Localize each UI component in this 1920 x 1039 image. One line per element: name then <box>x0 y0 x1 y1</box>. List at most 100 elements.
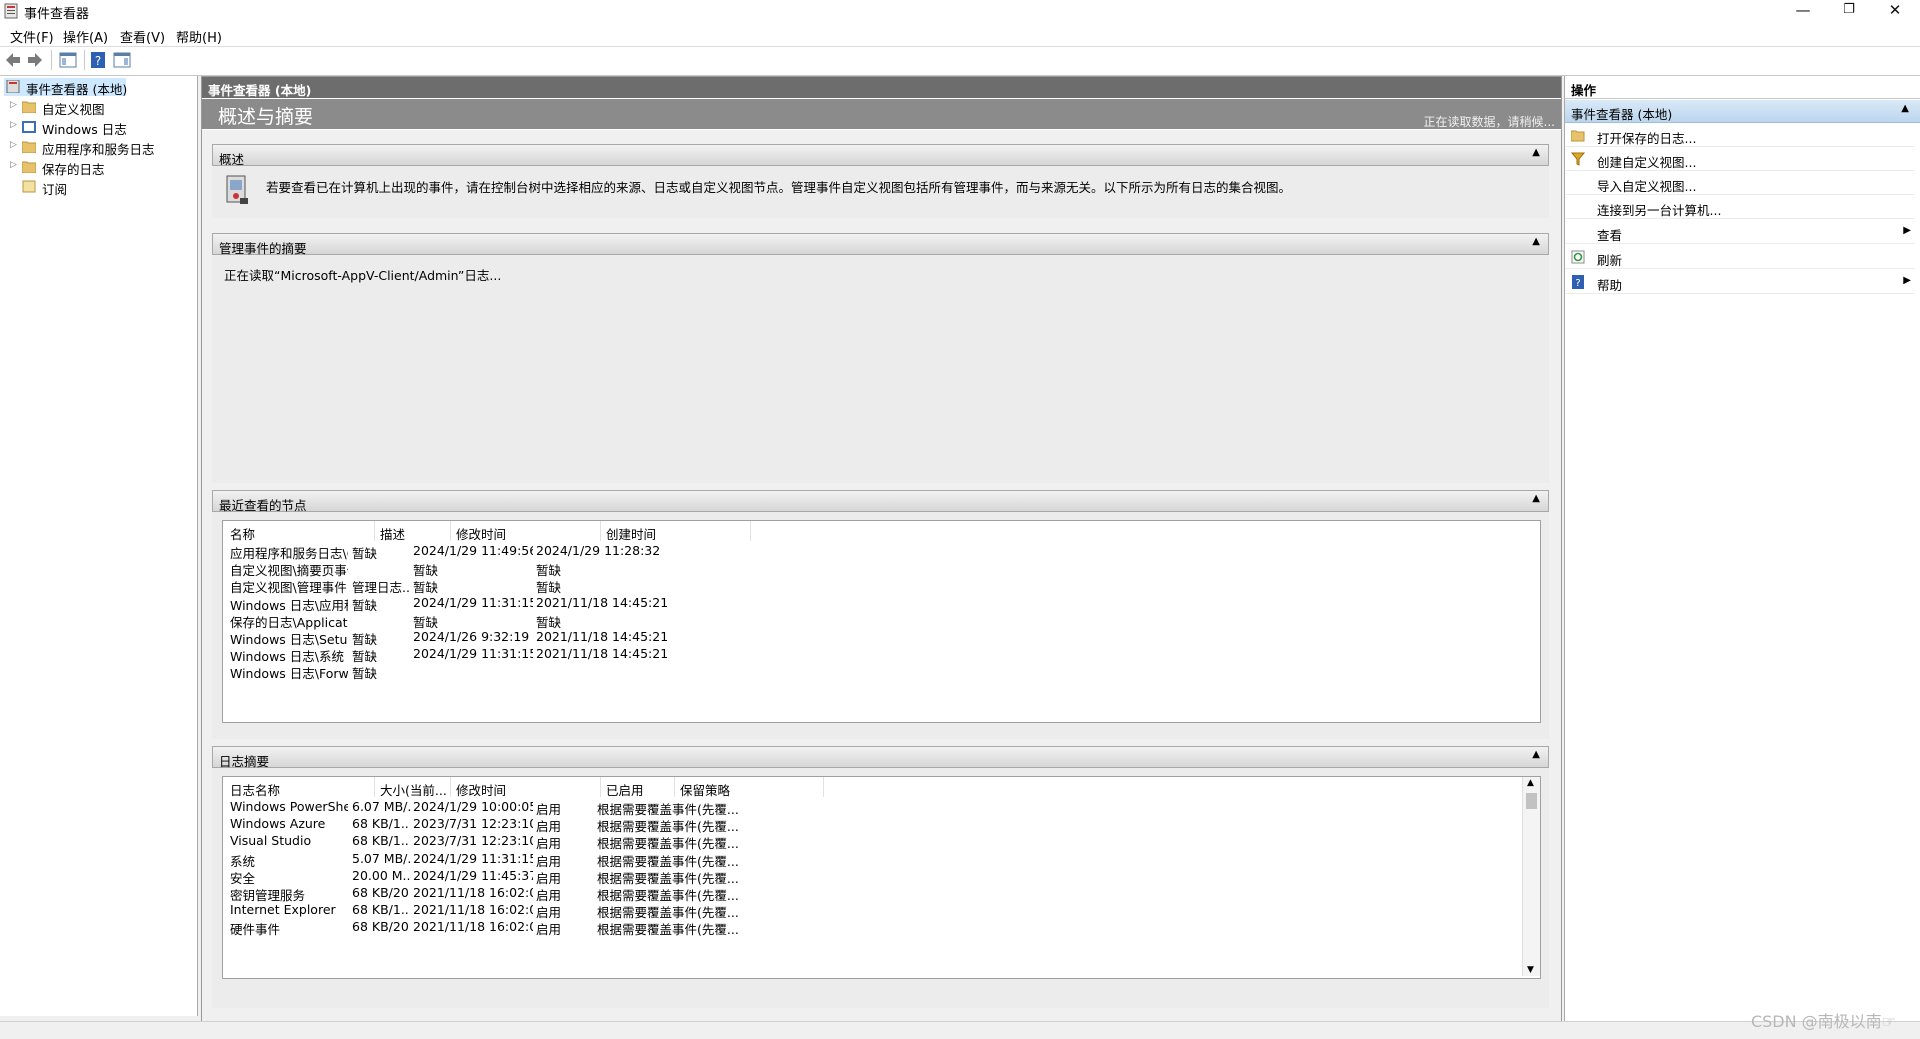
menu-file[interactable]: 文件(F) <box>10 27 54 46</box>
action-import-custom-view[interactable]: 导入自定义视图... <box>1565 172 1915 195</box>
log-summary-section-header[interactable]: 日志摘要 ▲ <box>212 746 1549 769</box>
column-header-name[interactable]: 名称 <box>230 524 255 543</box>
column-header-log-name[interactable]: 日志名称 <box>230 780 280 799</box>
subscription-icon <box>22 180 36 193</box>
table-row[interactable]: 自定义视图\摘要页事件 暂缺 暂缺 <box>223 559 1513 578</box>
menu-action[interactable]: 操作(A) <box>63 27 108 46</box>
table-cell: 暂缺 <box>352 666 378 682</box>
expand-arrow-icon[interactable]: ▷ <box>10 100 20 110</box>
collapse-icon[interactable]: ▲ <box>1532 749 1540 760</box>
column-separator[interactable] <box>600 777 601 797</box>
tree-root-label: 事件查看器 (本地) <box>26 82 128 97</box>
help-icon: ? <box>1572 275 1584 289</box>
table-row[interactable]: Windows 日志\Setup 暂缺 2024/1/26 9:32:19 2021/… <box>223 628 1513 647</box>
column-header-modified[interactable]: 修改时间 <box>456 524 506 543</box>
menu-help[interactable]: 帮助(H) <box>176 27 222 46</box>
collapse-icon[interactable]: ▲ <box>1901 103 1909 114</box>
action-label: 查看 <box>1597 228 1623 243</box>
column-separator[interactable] <box>374 777 375 797</box>
column-header-size[interactable]: 大小(当前... <box>380 780 447 799</box>
event-viewer-icon <box>4 3 18 19</box>
close-button[interactable]: ✕ <box>1872 0 1918 22</box>
submenu-arrow-icon: ▶ <box>1903 275 1911 286</box>
column-header-enabled[interactable]: 已启用 <box>606 780 644 799</box>
column-separator[interactable] <box>823 777 824 797</box>
column-separator[interactable] <box>674 777 675 797</box>
action-refresh[interactable]: 刷新 <box>1565 246 1915 269</box>
expand-arrow-icon[interactable]: ▷ <box>10 120 20 130</box>
collapse-icon[interactable]: ▲ <box>1532 493 1540 504</box>
table-row[interactable]: 保存的日志\Application暂缺暂缺 <box>223 611 1513 630</box>
table-cell: Internet Explorer <box>230 902 336 918</box>
column-separator[interactable] <box>450 521 451 541</box>
table-row[interactable]: Windows PowerShell 6.07 MB/...2024/1/29 1… <box>223 798 1513 817</box>
log-summary-scrollbar[interactable]: ▲ ▼ <box>1522 777 1540 976</box>
scroll-down-icon[interactable]: ▼ <box>1527 965 1534 975</box>
folder-icon <box>22 101 36 113</box>
log-summary-list[interactable]: 日志名称 大小(当前... 修改时间 已启用 保留策略 Windows Powe… <box>222 776 1541 979</box>
table-row[interactable]: Windows Azure 68 KB/1....2023/7/31 12:23:… <box>223 815 1513 834</box>
action-create-custom-view[interactable]: 创建自定义视图... <box>1565 148 1915 171</box>
table-cell: 68 KB/1.... <box>352 816 410 832</box>
collapse-icon[interactable]: ▲ <box>1532 147 1540 158</box>
tree-root-event-viewer[interactable]: 事件查看器 (本地) <box>4 78 128 97</box>
action-open-saved-log[interactable]: 打开保存的日志... <box>1565 124 1915 147</box>
log-summary-section-body: 日志名称 大小(当前... 修改时间 已启用 保留策略 Windows Powe… <box>212 768 1549 1008</box>
recent-nodes-list[interactable]: 名称 描述 修改时间 创建时间 应用程序和服务日志\Ca...暂缺2024/1/… <box>222 520 1541 723</box>
table-cell: 2023/7/31 12:23:10 <box>413 833 533 849</box>
column-header-description[interactable]: 描述 <box>380 524 405 543</box>
show-hide-action-pane-icon[interactable] <box>112 50 132 70</box>
action-connect-another-computer[interactable]: 连接到另一台计算机... <box>1565 196 1915 219</box>
forward-icon[interactable] <box>26 50 44 70</box>
table-row[interactable]: Internet Explorer 68 KB/1....2021/11/18 1… <box>223 901 1513 920</box>
table-row[interactable]: Visual Studio 68 KB/1....2023/7/31 12:23:… <box>223 832 1513 851</box>
center-header-title: 事件查看器 (本地) <box>208 83 312 98</box>
scroll-up-icon[interactable]: ▲ <box>1527 778 1534 788</box>
table-row[interactable]: Windows 日志\Forwar...暂缺 <box>223 662 1513 682</box>
action-view[interactable]: 查看 ▶ <box>1565 221 1915 244</box>
table-cell: 2021/11/18 16:02:01 <box>413 902 533 918</box>
table-row[interactable]: 硬件事件 68 KB/20...2021/11/18 16:02:01启用 根据需要… <box>223 918 1513 938</box>
collapse-icon[interactable]: ▲ <box>1532 236 1540 247</box>
tree-item-label: 自定义视图 <box>42 102 105 117</box>
column-header-modified[interactable]: 修改时间 <box>456 780 506 799</box>
column-separator[interactable] <box>450 777 451 797</box>
tree-item-label: 保存的日志 <box>42 162 105 177</box>
expand-arrow-icon[interactable]: ▷ <box>10 160 20 170</box>
submenu-arrow-icon: ▶ <box>1903 225 1911 236</box>
column-separator[interactable] <box>600 521 601 541</box>
back-icon[interactable] <box>4 50 22 70</box>
help-icon[interactable]: ? <box>90 50 106 70</box>
table-row[interactable]: Windows 日志\系统 暂缺 2024/1/29 11:31:15 2021/11… <box>223 645 1513 664</box>
overview-section-header[interactable]: 概述 ▲ <box>212 144 1549 167</box>
table-cell: 2024/1/29 11:45:37 <box>413 867 533 883</box>
table-cell: 启用 <box>536 922 562 938</box>
minimize-button[interactable]: — <box>1780 0 1826 22</box>
actions-group-header[interactable]: 事件查看器 (本地) ▲ <box>1565 100 1920 123</box>
action-help[interactable]: ? 帮助 ▶ <box>1565 271 1915 294</box>
column-separator[interactable] <box>374 521 375 541</box>
column-header-retention[interactable]: 保留策略 <box>680 780 730 799</box>
table-cell: 硬件事件 <box>230 922 281 938</box>
menu-view[interactable]: 查看(V) <box>120 27 165 46</box>
table-row[interactable]: 自定义视图\管理事件 管理日志... 暂缺 暂缺 <box>223 576 1513 595</box>
menu-bar: 文件(F) 操作(A) 查看(V) 帮助(H) <box>0 22 1920 47</box>
recent-nodes-section-header[interactable]: 最近查看的节点 ▲ <box>212 490 1549 513</box>
column-separator[interactable] <box>750 521 751 541</box>
restore-button[interactable]: ❐ <box>1826 0 1872 22</box>
show-hide-console-tree-icon[interactable] <box>58 50 78 70</box>
watermark: CSDN @南极以南☞ <box>1750 1012 1896 1031</box>
scroll-thumb[interactable] <box>1526 793 1537 809</box>
center-body: 概述 ▲ 若要查看已在计算机上出现的事件，请在控制台树中选择相应的来源、日志或自… <box>202 130 1561 1022</box>
table-row[interactable]: 系统5.07 MB/...2024/1/29 11:31:15启用根据需要覆盖事… <box>223 850 1513 869</box>
table-row[interactable]: 应用程序和服务日志\Ca...暂缺2024/1/29 11:49:562024/… <box>223 542 1513 561</box>
table-row[interactable]: Windows 日志\应用程序暂缺2024/1/29 11:31:152021/… <box>223 594 1513 613</box>
table-cell: Windows 日志\Forwar... <box>230 666 348 682</box>
column-header-created[interactable]: 创建时间 <box>606 524 656 543</box>
table-cell: 根据需要覆盖事件(先覆... <box>597 922 739 938</box>
admin-summary-section-header[interactable]: 管理事件的摘要 ▲ <box>212 233 1549 256</box>
table-row[interactable]: 安全 20.00 M... 2024/1/29 11:45:37 启用 根据需要覆盖事件… <box>223 867 1513 886</box>
svg-text:?: ? <box>95 54 101 68</box>
table-row[interactable]: 密钥管理服务68 KB/20...2021/11/18 16:02:01启用根据… <box>223 884 1513 903</box>
expand-arrow-icon[interactable]: ▷ <box>10 140 20 150</box>
